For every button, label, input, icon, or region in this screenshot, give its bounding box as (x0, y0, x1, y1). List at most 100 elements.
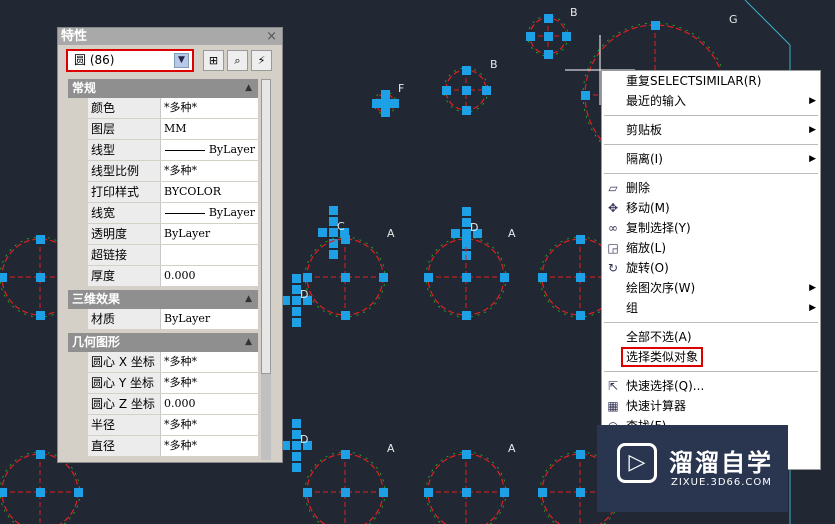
property-value[interactable]: MM (161, 119, 258, 139)
menu-item-quick-calc[interactable]: ▦ 快速计算器 (602, 396, 820, 416)
close-icon[interactable]: × (266, 28, 277, 45)
grip (462, 235, 471, 244)
chevron-down-icon[interactable]: ▼ (174, 53, 189, 68)
property-row[interactable]: 线宽 ByLayer (68, 203, 258, 224)
property-value-text: ByLayer (164, 312, 211, 325)
section-header[interactable]: 三维效果 ▲ (68, 290, 258, 309)
submenu-arrow-icon: ▶ (809, 125, 816, 135)
toggle-pickadd-button[interactable]: ⊞ (203, 50, 224, 71)
move-icon: ✥ (607, 201, 619, 215)
menu-item-rotate[interactable]: ↻ 旋转(O) (602, 258, 820, 278)
grip (318, 228, 327, 237)
property-row[interactable]: 直径 *多种* (68, 436, 258, 457)
property-value[interactable]: ByLayer (161, 203, 258, 223)
property-row[interactable]: 半径 *多种* (68, 415, 258, 436)
property-row[interactable]: 圆心 Y 坐标 *多种* (68, 373, 258, 394)
select-objects-button[interactable]: ⌕ (227, 50, 248, 71)
property-value[interactable]: *多种* (161, 436, 258, 456)
property-row[interactable]: 圆心 X 坐标 *多种* (68, 352, 258, 373)
row-gutter (68, 224, 88, 244)
grip (462, 86, 471, 95)
scrollbar[interactable] (261, 79, 271, 460)
property-row[interactable]: 线型比例 *多种* (68, 161, 258, 182)
menu-label: 移动(M) (626, 201, 670, 215)
palette-title-bar[interactable]: 特性 × (58, 28, 282, 45)
row-gutter (68, 98, 88, 118)
grip (292, 274, 301, 283)
row-gutter (68, 119, 88, 139)
property-value-text: *多种* (164, 355, 197, 368)
menu-item-isolate[interactable]: 隔离(I) ▶ (602, 149, 820, 169)
property-row[interactable]: 图层 MM (68, 119, 258, 140)
menu-item-draw-order[interactable]: 绘图次序(W) ▶ (602, 278, 820, 298)
grip (381, 99, 390, 108)
property-value[interactable]: *多种* (161, 373, 258, 393)
property-row[interactable]: 厚度 0.000 (68, 266, 258, 287)
property-value[interactable]: ByLayer (161, 140, 258, 160)
menu-item-repeat[interactable]: 重复SELECTSIMILAR(R) (602, 71, 820, 91)
section-title: 三维效果 (72, 292, 121, 306)
grip (292, 463, 301, 472)
menu-item-recent-input[interactable]: 最近的输入 ▶ (602, 91, 820, 111)
property-value-text: BYCOLOR (164, 185, 221, 198)
property-value[interactable]: BYCOLOR (161, 182, 258, 202)
eraser-icon: ▱ (608, 181, 618, 195)
property-row[interactable]: 材质 ByLayer (68, 309, 258, 330)
section-title: 常规 (72, 81, 97, 95)
grip (482, 86, 491, 95)
scrollbar-thumb[interactable] (261, 79, 271, 374)
menu-item-group[interactable]: 组 ▶ (602, 298, 820, 318)
menu-item-clipboard[interactable]: 剪贴板 ▶ (602, 120, 820, 140)
quick-select-button[interactable]: ⚡ (251, 50, 272, 71)
property-row[interactable]: 打印样式 BYCOLOR (68, 182, 258, 203)
property-value[interactable]: *多种* (161, 415, 258, 435)
menu-label: 选择类似对象 (620, 347, 704, 367)
property-value-text: ByLayer (164, 227, 211, 240)
property-value-text: 0.000 (164, 397, 196, 410)
property-name: 厚度 (88, 266, 161, 286)
menu-item-erase[interactable]: ▱ 删除 (602, 178, 820, 198)
property-value[interactable]: 0.000 (161, 266, 258, 286)
row-gutter (68, 352, 88, 372)
menu-item-scale[interactable]: ◲ 缩放(L) (602, 238, 820, 258)
menu-label: 重复SELECTSIMILAR(R) (626, 74, 762, 88)
grip (581, 91, 590, 100)
grip (292, 318, 301, 327)
menu-item-select-similar[interactable]: 选择类似对象 (602, 347, 820, 367)
watermark: ▷ 溜溜自学 ZIXUE.3D66.COM (597, 425, 788, 512)
property-value-text: *多种* (164, 439, 197, 452)
property-value[interactable]: ByLayer (161, 224, 258, 244)
property-row[interactable]: 颜色 *多种* (68, 98, 258, 119)
grip (381, 108, 390, 117)
property-value[interactable]: ByLayer (161, 309, 258, 329)
collapse-icon[interactable]: ▲ (245, 333, 252, 352)
section-header[interactable]: 常规 ▲ (68, 79, 258, 98)
property-value-text: ByLayer (208, 143, 255, 156)
menu-item-copy[interactable]: ∞ 复制选择(Y) (602, 218, 820, 238)
grip (379, 273, 388, 282)
menu-item-quick-select[interactable]: ⇱ 快速选择(Q)... (602, 376, 820, 396)
property-name: 圆心 X 坐标 (88, 352, 161, 372)
property-row[interactable]: 超链接 (68, 245, 258, 266)
property-value[interactable]: *多种* (161, 98, 258, 118)
grip (390, 99, 399, 108)
menu-item-deselect-all[interactable]: 全部不选(A) (602, 327, 820, 347)
property-value[interactable]: 0.000 (161, 394, 258, 414)
menu-item-move[interactable]: ✥ 移动(M) (602, 198, 820, 218)
section-header[interactable]: 几何图形 ▲ (68, 333, 258, 352)
object-type-select[interactable]: 圆 (86) ▼ (66, 49, 194, 72)
property-name: 线型比例 (88, 161, 161, 181)
property-row[interactable]: 透明度 ByLayer (68, 224, 258, 245)
menu-label: 删除 (626, 181, 651, 195)
property-value-text: *多种* (164, 376, 197, 389)
property-row[interactable]: 圆心 Z 坐标 0.000 (68, 394, 258, 415)
grip (576, 311, 585, 320)
collapse-icon[interactable]: ▲ (245, 290, 252, 309)
property-value[interactable]: *多种* (161, 352, 258, 372)
property-value-text: 0.000 (164, 269, 196, 282)
collapse-icon[interactable]: ▲ (245, 79, 252, 98)
menu-label: 复制选择(Y) (626, 221, 691, 235)
property-value[interactable] (161, 245, 258, 265)
property-row[interactable]: 线型 ByLayer (68, 140, 258, 161)
property-value[interactable]: *多种* (161, 161, 258, 181)
